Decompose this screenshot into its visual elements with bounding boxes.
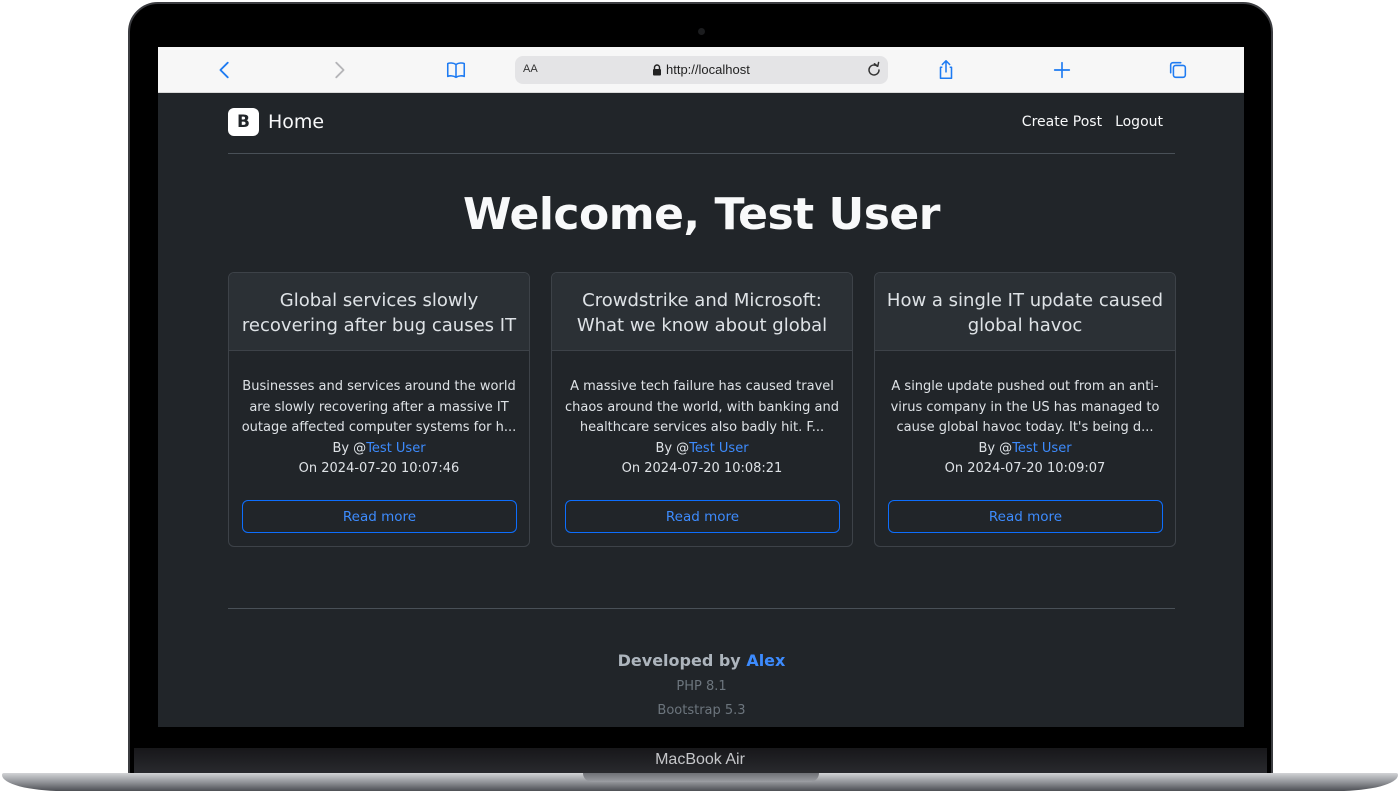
footer-credit: Developed by Alex bbox=[228, 651, 1175, 670]
chevron-left-icon bbox=[219, 61, 229, 79]
post-author-line: By @Test User bbox=[564, 439, 840, 460]
screen: AA http://localhost B Home Create Post L… bbox=[158, 47, 1244, 727]
create-post-link[interactable]: Create Post bbox=[1022, 114, 1102, 130]
read-more-button[interactable]: Read more bbox=[242, 500, 517, 533]
footer-divider bbox=[228, 608, 1175, 609]
footer-php-version: PHP 8.1 bbox=[676, 679, 727, 694]
back-button[interactable] bbox=[213, 58, 237, 82]
post-title: Crowdstrike and Microsoft: What we know … bbox=[576, 290, 828, 336]
by-prefix: By @ bbox=[978, 440, 1013, 456]
brand-text: Home bbox=[268, 111, 325, 133]
post-date: On 2024-07-20 10:07:46 bbox=[298, 461, 460, 476]
card-header: Global services slowly recovering after … bbox=[229, 273, 529, 351]
logout-link[interactable]: Logout bbox=[1115, 114, 1163, 130]
author-link[interactable]: Test User bbox=[366, 441, 425, 456]
post-author-line: By @Test User bbox=[887, 439, 1163, 460]
post-card: Global services slowly recovering after … bbox=[228, 272, 530, 547]
tabs-overview-button[interactable] bbox=[1166, 58, 1190, 82]
post-title: How a single IT update caused global hav… bbox=[886, 290, 1164, 336]
laptop-notch bbox=[583, 773, 819, 782]
reload-icon[interactable] bbox=[864, 60, 884, 80]
lock-icon bbox=[653, 63, 661, 75]
nav-links: Create Post Logout bbox=[1022, 114, 1163, 130]
new-tab-button[interactable] bbox=[1050, 58, 1074, 82]
post-date: On 2024-07-20 10:09:07 bbox=[944, 461, 1106, 476]
post-excerpt: A single update pushed out from an anti-… bbox=[890, 379, 1160, 435]
browser-toolbar: AA http://localhost bbox=[158, 47, 1244, 93]
bookmarks-button[interactable] bbox=[444, 58, 468, 82]
page-title: Welcome, Test User bbox=[463, 189, 940, 240]
card-body: A single update pushed out from an anti-… bbox=[875, 351, 1175, 480]
read-more-button[interactable]: Read more bbox=[565, 500, 840, 533]
chevron-right-icon bbox=[335, 61, 345, 79]
card-body: Businesses and services around the world… bbox=[229, 351, 529, 480]
bootstrap-logo: B bbox=[228, 108, 259, 136]
text-size-button[interactable]: AA bbox=[523, 63, 538, 75]
tabs-icon bbox=[1169, 61, 1187, 79]
share-icon bbox=[939, 60, 953, 80]
page-content: B Home Create Post Logout Welcome, Test … bbox=[228, 93, 1176, 718]
model-label: MacBook Air bbox=[655, 751, 745, 768]
by-prefix: By @ bbox=[655, 440, 690, 456]
post-date: On 2024-07-20 10:08:21 bbox=[621, 461, 783, 476]
footer-bootstrap-version: Bootstrap 5.3 bbox=[657, 703, 746, 718]
post-cards: Global services slowly recovering after … bbox=[228, 272, 1176, 547]
by-prefix: By @ bbox=[332, 440, 367, 456]
post-title: Global services slowly recovering after … bbox=[241, 290, 517, 336]
address-bar[interactable]: AA http://localhost bbox=[515, 56, 888, 84]
read-more-button[interactable]: Read more bbox=[888, 500, 1163, 533]
card-header: How a single IT update caused global hav… bbox=[875, 273, 1175, 351]
book-icon bbox=[446, 62, 466, 79]
brand-link[interactable]: B Home bbox=[228, 108, 324, 136]
post-excerpt: Businesses and services around the world… bbox=[241, 379, 517, 435]
author-link[interactable]: Test User bbox=[1012, 441, 1071, 456]
share-button[interactable] bbox=[934, 58, 958, 82]
navbar: B Home Create Post Logout bbox=[228, 93, 1175, 154]
post-author-line: By @Test User bbox=[241, 439, 517, 460]
card-header: Crowdstrike and Microsoft: What we know … bbox=[552, 273, 852, 351]
post-card: How a single IT update caused global hav… bbox=[874, 272, 1176, 547]
post-card: Crowdstrike and Microsoft: What we know … bbox=[551, 272, 853, 547]
author-link[interactable]: Test User bbox=[689, 441, 748, 456]
forward-button[interactable] bbox=[327, 58, 351, 82]
camera bbox=[698, 28, 705, 35]
url-text: http://localhost bbox=[666, 62, 750, 77]
developed-by-text: Developed by bbox=[617, 651, 741, 670]
plus-icon bbox=[1053, 61, 1071, 79]
card-body: A massive tech failure has caused travel… bbox=[552, 351, 852, 480]
post-excerpt: A massive tech failure has caused travel… bbox=[565, 379, 839, 435]
developer-link[interactable]: Alex bbox=[746, 651, 785, 670]
